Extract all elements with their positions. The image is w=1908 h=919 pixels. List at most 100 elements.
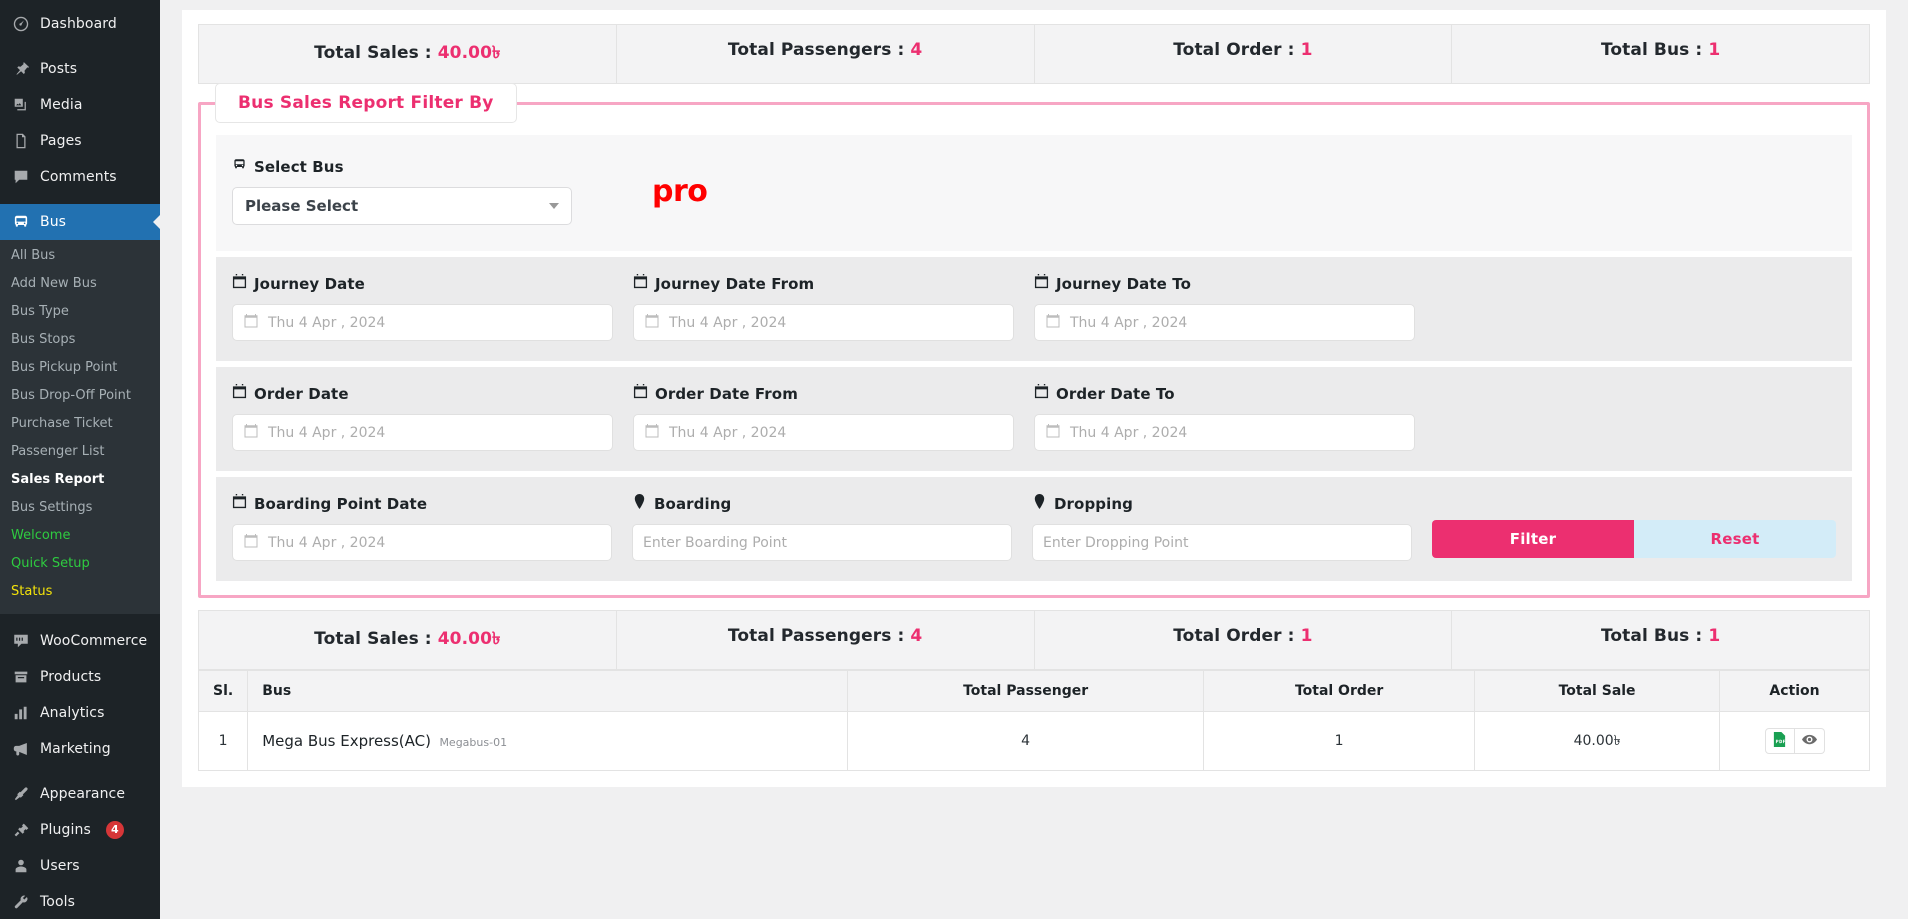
boarding-point-input[interactable]: Enter Boarding Point	[632, 524, 1012, 561]
sidebar-item-dashboard[interactable]: Dashboard	[0, 6, 160, 42]
cell-total-order: 1	[1203, 711, 1476, 771]
calendar-icon	[232, 384, 247, 403]
user-icon	[11, 856, 31, 876]
bus-icon	[232, 157, 247, 176]
sidebar-item-plugins[interactable]: Plugins 4	[0, 812, 160, 848]
sidebar-subitem-bus-drop-off-point[interactable]: Bus Drop-Off Point	[0, 382, 160, 410]
stats-summary-top: Total Sales : 40.00৳ Total Passengers : …	[198, 24, 1870, 84]
sidebar-subitem-sales-report[interactable]: Sales Report	[0, 466, 160, 494]
order-date-to-input[interactable]: Thu 4 Apr , 2024	[1034, 414, 1415, 451]
calendar-icon	[232, 494, 247, 513]
sidebar-item-analytics[interactable]: Analytics	[0, 695, 160, 731]
sidebar-subitem-welcome[interactable]: Welcome	[0, 522, 160, 550]
cell-total-passenger: 4	[847, 711, 1205, 771]
sidebar-subitem-bus-type[interactable]: Bus Type	[0, 298, 160, 326]
placeholder-text: Thu 4 Apr , 2024	[268, 314, 386, 331]
table-row: 1 Mega Bus Express(AC) Megabus-01 4 1 40…	[197, 711, 1870, 771]
sidebar-subitem-status[interactable]: Status	[0, 578, 160, 606]
export-pdf-button[interactable]	[1764, 728, 1795, 754]
sidebar-item-label: Posts	[40, 61, 78, 77]
sidebar-item-appearance[interactable]: Appearance	[0, 776, 160, 812]
marketing-icon	[11, 739, 31, 759]
order-date-from-input[interactable]: Thu 4 Apr , 2024	[633, 414, 1014, 451]
sidebar-group-content: Posts Media Pages Comments	[0, 51, 160, 195]
field-label: Journey Date	[232, 274, 613, 293]
sidebar-subitem-add-new-bus[interactable]: Add New Bus	[0, 270, 160, 298]
label-text: Journey Date	[254, 274, 365, 293]
sidebar-item-woocommerce[interactable]: WooCommerce	[0, 623, 160, 659]
journey-date-to-input[interactable]: Thu 4 Apr , 2024	[1034, 304, 1415, 341]
sidebar-item-marketing[interactable]: Marketing	[0, 731, 160, 767]
label-text: Dropping	[1054, 494, 1133, 513]
filter-button[interactable]: Filter	[1432, 520, 1634, 558]
field-order-date-from: Order Date From Thu 4 Apr , 2024	[633, 384, 1034, 451]
sidebar-item-label: Users	[40, 858, 80, 874]
chevron-down-icon	[549, 203, 559, 209]
stat-label: Total Passengers :	[727, 40, 905, 60]
th-total-passenger: Total Passenger	[847, 670, 1205, 712]
pin-icon	[11, 59, 31, 79]
sidebar-divider	[0, 614, 160, 623]
sidebar-item-label: Appearance	[40, 786, 126, 802]
stat-total-sales: Total Sales : 40.00৳	[199, 611, 617, 669]
sidebar-item-comments[interactable]: Comments	[0, 159, 160, 195]
field-boarding-point-date: Boarding Point Date Thu 4 Apr , 2024	[232, 494, 632, 561]
table-body: 1 Mega Bus Express(AC) Megabus-01 4 1 40…	[197, 711, 1870, 771]
dropping-point-input[interactable]: Enter Dropping Point	[1032, 524, 1412, 561]
stat-value: 1	[1300, 40, 1313, 60]
placeholder-text: Enter Boarding Point	[643, 534, 788, 551]
sidebar-group-woocommerce: WooCommerce Products Analytics Marketing	[0, 623, 160, 767]
journey-date-input[interactable]: Thu 4 Apr , 2024	[232, 304, 613, 341]
journey-date-from-input[interactable]: Thu 4 Apr , 2024	[633, 304, 1014, 341]
sidebar-item-label: Pages	[40, 133, 82, 149]
sidebar-item-pages[interactable]: Pages	[0, 123, 160, 159]
sidebar-item-media[interactable]: Media	[0, 87, 160, 123]
label-text: Boarding Point Date	[254, 494, 428, 513]
sidebar-subitem-bus-stops[interactable]: Bus Stops	[0, 326, 160, 354]
select-bus-value: Please Select	[245, 197, 359, 215]
sales-report-panel: Total Sales : 40.00৳ Total Passengers : …	[182, 10, 1886, 787]
view-details-button[interactable]	[1794, 728, 1825, 754]
cell-total-sale: 40.00৳	[1474, 711, 1720, 771]
sidebar-item-users[interactable]: Users	[0, 848, 160, 884]
select-bus-dropdown[interactable]: Please Select	[232, 187, 572, 225]
sidebar-subitem-passenger-list[interactable]: Passenger List	[0, 438, 160, 466]
results-section: Total Sales : 40.00৳ Total Passengers : …	[197, 610, 1870, 771]
sidebar-item-products[interactable]: Products	[0, 659, 160, 695]
sidebar-subitem-quick-setup[interactable]: Quick Setup	[0, 550, 160, 578]
stat-value: 40.00৳	[437, 629, 501, 649]
calendar-icon	[644, 423, 660, 443]
stat-label: Total Sales :	[314, 629, 432, 649]
sidebar-subitem-purchase-ticket[interactable]: Purchase Ticket	[0, 410, 160, 438]
reset-button[interactable]: Reset	[1634, 520, 1836, 558]
sidebar-item-tools[interactable]: Tools	[0, 884, 160, 919]
plug-icon	[11, 820, 31, 840]
stat-value: 1	[1300, 626, 1313, 646]
calendar-icon	[232, 274, 247, 293]
sidebar-subitem-bus-pickup-point[interactable]: Bus Pickup Point	[0, 354, 160, 382]
stat-value: 40.00৳	[437, 43, 501, 63]
sidebar-subitem-bus-settings[interactable]: Bus Settings	[0, 494, 160, 522]
field-label: Journey Date From	[633, 274, 1014, 293]
th-bus: Bus	[247, 670, 849, 712]
stat-label: Total Order :	[1173, 626, 1295, 646]
sidebar-item-label: Plugins	[40, 822, 91, 838]
filter-legend: Bus Sales Report Filter By	[215, 83, 517, 123]
order-date-input[interactable]: Thu 4 Apr , 2024	[232, 414, 613, 451]
sales-report-table: Sl. Bus Total Passenger Total Order Tota…	[197, 670, 1870, 771]
boarding-point-date-input[interactable]: Thu 4 Apr , 2024	[232, 524, 612, 561]
sidebar-subitem-all-bus[interactable]: All Bus	[0, 242, 160, 270]
sidebar-item-posts[interactable]: Posts	[0, 51, 160, 87]
field-label: Boarding	[632, 494, 1012, 513]
label-text: Journey Date To	[1056, 274, 1191, 293]
sidebar-group-admin: Appearance Plugins 4 Users Tools	[0, 776, 160, 919]
select-bus-label: Select Bus	[232, 157, 652, 176]
media-icon	[11, 95, 31, 115]
sidebar-item-bus[interactable]: Bus	[0, 204, 160, 240]
stat-value: 1	[1708, 626, 1721, 646]
map-pin-icon	[1032, 494, 1047, 513]
calendar-icon	[633, 384, 648, 403]
comments-icon	[11, 167, 31, 187]
calendar-icon	[1045, 313, 1061, 333]
field-label: Order Date To	[1034, 384, 1415, 403]
